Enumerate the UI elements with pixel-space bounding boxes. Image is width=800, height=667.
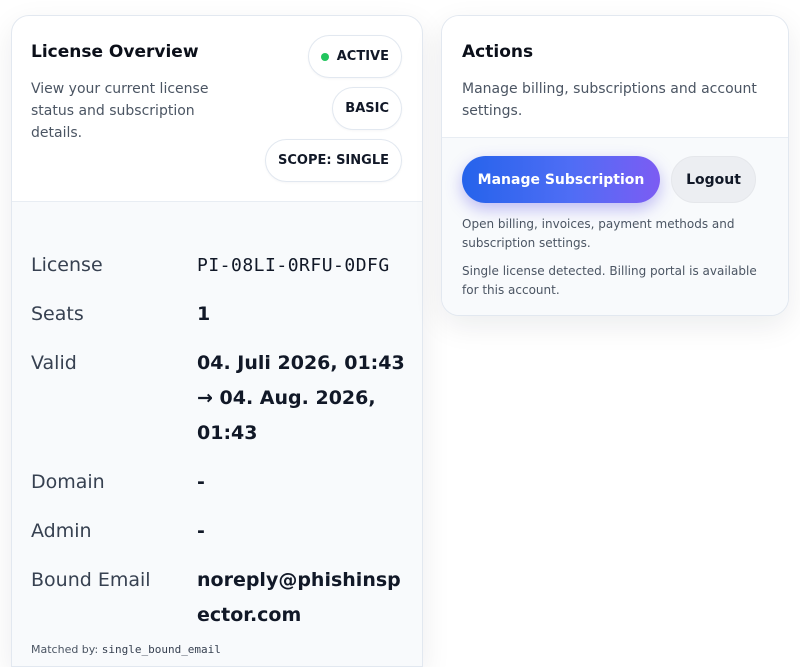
bound-email-label: Bound Email [31, 569, 151, 591]
seats-value: 1 [197, 303, 211, 325]
scope-badge-label: SCOPE: SINGLE [277, 153, 389, 168]
actions-card: Actions Manage billing, subscriptions an… [441, 15, 789, 316]
actions-title: Actions [462, 42, 534, 62]
admin-value: - [197, 520, 205, 542]
license-title: License Overview [31, 42, 199, 62]
valid-value: 04. Juli 2026, 01:43 → 04. Aug. 2026, 01… [197, 352, 405, 444]
single-license-note: Single license detected. Billing portal … [462, 264, 757, 297]
actions-header: Actions Manage billing, subscriptions an… [442, 16, 788, 138]
domain-label: Domain [31, 471, 105, 493]
matched-by-value: single_bound_email [101, 643, 221, 656]
seats-label: Seats [31, 303, 84, 325]
actions-description: Manage billing, subscriptions and accoun… [462, 81, 757, 119]
status-dot-icon [320, 52, 329, 61]
actions-body: Manage Subscription Logout Open billing,… [442, 138, 788, 315]
license-details: License PI-08LI-0RFU-0DFG Seats 1 Valid … [12, 202, 422, 666]
manage-subscription-button[interactable]: Manage Subscription [462, 156, 660, 203]
domain-value: - [197, 471, 205, 493]
license-key-label: License [31, 254, 103, 276]
matched-by: Matched by: single_bound_email [31, 643, 221, 656]
plan-badge-label: BASIC [345, 101, 389, 116]
bound-email-value: noreply@phishinspector.com [197, 569, 401, 626]
license-header: License Overview View your current licen… [12, 16, 422, 202]
license-overview-card: License Overview View your current licen… [11, 15, 423, 667]
matched-by-label: Matched by: [31, 643, 99, 656]
logout-button[interactable]: Logout [671, 156, 756, 203]
license-description: View your current license status and sub… [31, 81, 209, 141]
billing-note: Open billing, invoices, payment methods … [462, 217, 735, 250]
scope-badge: SCOPE: SINGLE [264, 139, 402, 182]
admin-label: Admin [31, 520, 92, 542]
plan-badge: BASIC [332, 87, 402, 130]
valid-label: Valid [31, 352, 77, 374]
status-badge-label: ACTIVE [336, 49, 389, 64]
license-key-value: PI-08LI-0RFU-0DFG [197, 255, 390, 276]
status-badge: ACTIVE [307, 35, 402, 78]
